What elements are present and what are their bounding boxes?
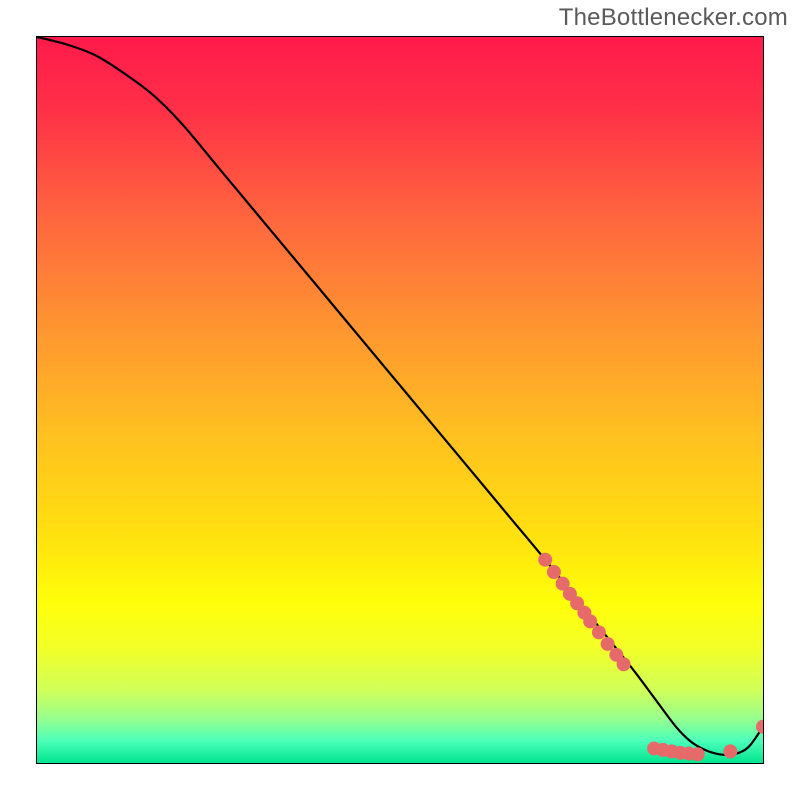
highlight-dot (547, 565, 561, 579)
chart-stage: TheBottlenecker.com (0, 0, 800, 800)
highlight-dot (601, 637, 615, 651)
highlight-dot (592, 625, 606, 639)
highlight-dot (538, 553, 552, 567)
highlight-dot (583, 614, 597, 628)
highlight-dot (756, 720, 763, 734)
highlight-dot (723, 744, 737, 758)
bottleneck-curve (37, 37, 763, 755)
highlight-dots (538, 553, 763, 762)
curve-layer (37, 37, 763, 763)
highlight-dot (691, 747, 705, 761)
watermark-text: TheBottlenecker.com (559, 4, 788, 32)
highlight-dot (617, 657, 631, 671)
plot-area (36, 36, 764, 764)
